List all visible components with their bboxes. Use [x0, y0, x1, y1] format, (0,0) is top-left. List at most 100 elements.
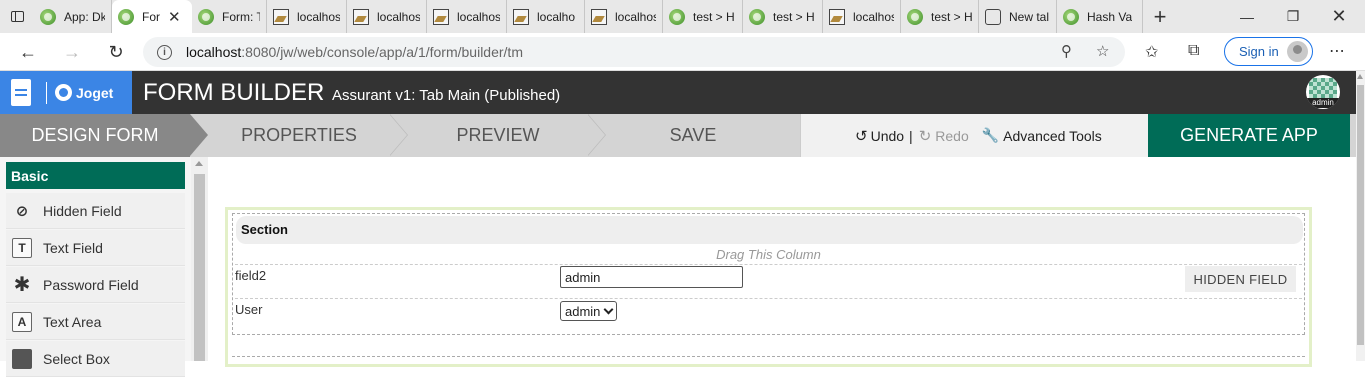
- zoom-icon[interactable]: ⚲: [1061, 42, 1072, 60]
- form-row-field2[interactable]: field2 admin HIDDEN FIELD: [235, 264, 1302, 298]
- wrench-icon: 🔧: [981, 127, 1000, 143]
- browser-tab[interactable]: test > H: [743, 0, 823, 33]
- profile-avatar-icon: [1287, 41, 1308, 62]
- browser-tab[interactable]: localhos: [267, 0, 347, 33]
- select-box-icon: [12, 348, 32, 369]
- tab-title: localhos: [297, 9, 340, 24]
- address-bar[interactable]: i localhost:8080/jw/web/console/app/a/1/…: [143, 37, 1125, 67]
- app-header: Joget FORM BUILDER Assurant v1: Tab Main…: [0, 71, 1356, 114]
- forward-icon[interactable]: →: [58, 38, 86, 66]
- tab-title: test > H: [693, 9, 735, 24]
- brand-name: Joget: [76, 84, 114, 101]
- more-options-icon[interactable]: ⋯: [1329, 41, 1346, 61]
- chevron-down-icon: [603, 304, 614, 314]
- tab-title: test > H: [773, 9, 815, 24]
- tab-title: localhos: [615, 9, 656, 24]
- joget-icon: [40, 8, 56, 25]
- field-label: User: [235, 302, 263, 317]
- generate-app-button[interactable]: GENERATE APP: [1148, 114, 1350, 157]
- browser-tab[interactable]: App: Dk: [34, 0, 112, 33]
- redo-button[interactable]: ↻ Redo: [919, 127, 969, 145]
- browser-tab[interactable]: test > H: [901, 0, 979, 33]
- joget-logo[interactable]: Joget: [0, 71, 132, 114]
- palette-item-hidden-field[interactable]: ⊘ Hidden Field: [6, 193, 185, 229]
- browser-tab[interactable]: New tal: [979, 0, 1057, 33]
- joget-icon: [1063, 8, 1079, 25]
- section-title[interactable]: Section: [236, 216, 1303, 244]
- joget-icon: [118, 8, 134, 25]
- browser-tab[interactable]: localhos: [347, 0, 427, 33]
- scroll-up-icon[interactable]: [195, 161, 203, 166]
- browser-tab[interactable]: For ✕: [112, 0, 192, 33]
- eye-slash-icon: ⊘: [15, 202, 29, 220]
- scroll-up-icon[interactable]: [1357, 74, 1363, 79]
- tab-list: App: Dk For ✕ Form: T localhos localhos localh…: [34, 0, 1143, 33]
- collections-icon[interactable]: ⧉: [1188, 42, 1199, 60]
- close-tab-icon[interactable]: ✕: [168, 8, 181, 26]
- page-title: FORM BUILDER: [143, 79, 325, 106]
- form-subtitle: Assurant v1: Tab Main (Published): [332, 87, 561, 104]
- add-favorite-icon[interactable]: ☆: [1096, 42, 1109, 60]
- field2-input[interactable]: admin: [560, 266, 743, 288]
- image-icon: [513, 8, 529, 25]
- palette-scroll-thumb[interactable]: [194, 174, 205, 361]
- browser-tab[interactable]: Form: T: [192, 0, 267, 33]
- palette-category-basic[interactable]: Basic: [6, 162, 185, 189]
- tab-title: Form: T: [222, 9, 260, 24]
- palette-item-text-area[interactable]: A Text Area: [6, 304, 185, 340]
- tab-title: localhos: [377, 9, 420, 24]
- tab-title: test > H: [931, 9, 972, 24]
- palette-scrollbar[interactable]: [191, 157, 208, 361]
- undo-icon: ↺: [855, 127, 868, 145]
- form-section[interactable]: Section Drag This Column field2 admin HI…: [232, 213, 1305, 335]
- browser-tab[interactable]: localhos: [427, 0, 507, 33]
- builder-steps: DESIGN FORM PROPERTIES PREVIEW SAVE ↺ Und…: [0, 114, 1356, 157]
- site-info-icon[interactable]: i: [157, 44, 172, 60]
- new-tab-button[interactable]: +: [1143, 0, 1177, 33]
- step-design-form[interactable]: DESIGN FORM: [0, 114, 190, 157]
- browser-tab[interactable]: localhos: [823, 0, 901, 33]
- page-scrollbar[interactable]: [1356, 71, 1365, 361]
- palette-item-password-field[interactable]: ✱ Password Field: [6, 267, 185, 303]
- minimize-icon[interactable]: —: [1224, 0, 1270, 33]
- reload-icon[interactable]: ↻: [102, 38, 130, 66]
- tab-title: App: Dk: [64, 9, 105, 24]
- url-path: :8080/jw/web/console/app/a/1/form/builde…: [241, 44, 523, 60]
- tab-title: Hash Va: [1087, 9, 1133, 24]
- user-avatar-label: admin: [1306, 98, 1340, 108]
- browser-tab[interactable]: localho: [507, 0, 585, 33]
- sign-in-button[interactable]: Sign in: [1224, 37, 1313, 66]
- element-palette: Basic ⊘ Hidden Field T Text Field ✱ Pass…: [0, 157, 208, 377]
- browser-tab[interactable]: localhos: [585, 0, 663, 33]
- palette-item-select-box[interactable]: Select Box: [6, 341, 185, 377]
- palette-item-text-field[interactable]: T Text Field: [6, 230, 185, 266]
- restore-icon[interactable]: ❐: [1270, 0, 1316, 33]
- favorites-icon[interactable]: ✩: [1145, 42, 1158, 62]
- browser-tab-strip: App: Dk For ✕ Form: T localhos localhos localh…: [0, 0, 1365, 33]
- drag-column-hint[interactable]: Drag This Column: [233, 247, 1304, 262]
- user-select[interactable]: admin: [560, 301, 618, 321]
- step-properties[interactable]: PROPERTIES: [208, 114, 390, 157]
- form-canvas: Section Drag This Column field2 admin HI…: [208, 157, 1356, 367]
- tab-title: localho: [537, 9, 576, 24]
- page-scroll-thumb[interactable]: [1357, 85, 1364, 345]
- tab-title: For: [142, 9, 160, 24]
- newtab-icon: [985, 8, 1001, 25]
- step-save[interactable]: SAVE: [606, 114, 780, 157]
- browser-tab[interactable]: Hash Va: [1057, 0, 1143, 33]
- advanced-tools-button[interactable]: 🔧 Advanced Tools: [982, 127, 1102, 144]
- back-icon[interactable]: ←: [14, 38, 42, 66]
- browser-tab[interactable]: test > H: [663, 0, 743, 33]
- joget-icon: [198, 8, 214, 25]
- tools-separator: |: [909, 127, 913, 144]
- tab-title: localhos: [853, 9, 894, 24]
- tab-actions-menu-icon[interactable]: [0, 0, 34, 33]
- form-row-user[interactable]: User admin: [235, 298, 1302, 332]
- close-window-icon[interactable]: ✕: [1316, 0, 1362, 33]
- image-icon: [433, 8, 449, 25]
- step-preview[interactable]: PREVIEW: [408, 114, 588, 157]
- user-avatar[interactable]: admin: [1306, 75, 1340, 109]
- builder-tools: ↺ Undo | ↻ Redo 🔧 Advanced Tools: [800, 114, 1148, 157]
- image-icon: [273, 8, 289, 25]
- undo-button[interactable]: ↺ Undo: [855, 127, 904, 145]
